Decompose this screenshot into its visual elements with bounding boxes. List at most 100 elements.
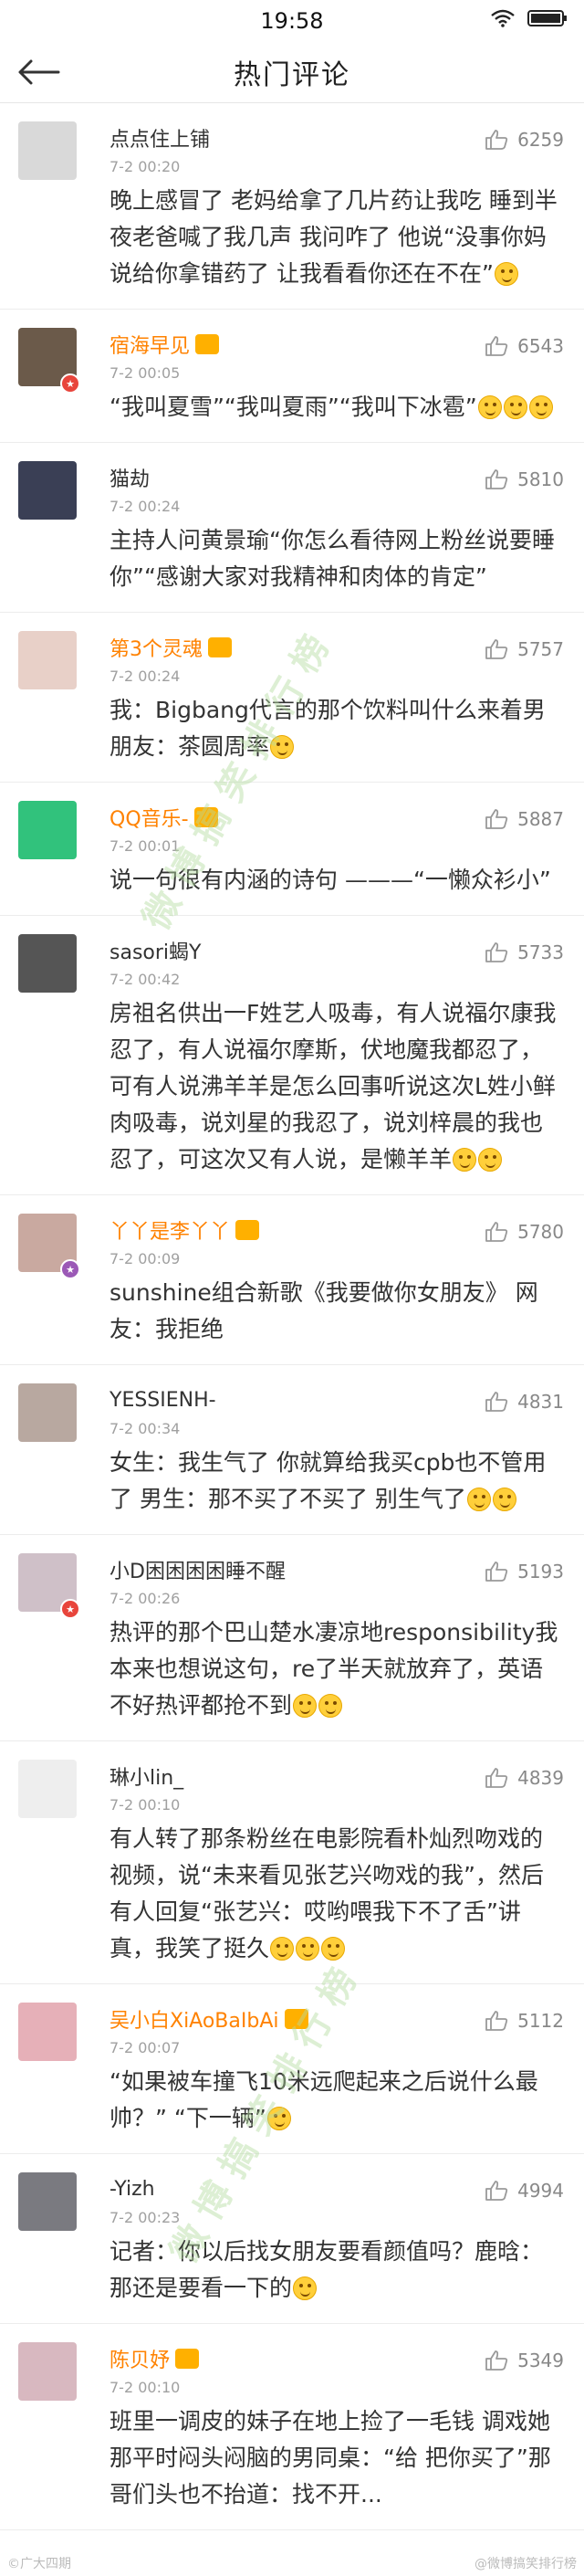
like-count: 6259 [517,129,564,151]
comment-item[interactable]: ★ 小D困困困困睡不醒 5193 7-2 00:26 热评的那个巴山楚水凄凉地respo… [0,1535,584,1741]
comment-item[interactable]: QQ音乐- 5887 7-2 00:01 说一句很有内涵的诗句 ———“一懒众衫小” [0,783,584,916]
comment-text: 有人转了那条粉丝在电影院看朴灿烈吻戏的视频，说“未来看见张艺兴吻戏的我”，然后有… [110,1821,560,1967]
avatar[interactable] [18,934,77,993]
username[interactable]: 陈贝妤 [110,2344,170,2373]
avatar[interactable] [18,2003,77,2061]
thumbs-up-icon [485,942,508,962]
username[interactable]: 宿海早见 [110,330,190,359]
username[interactable]: 点点住上铺 [110,123,210,152]
comment-item[interactable]: ★ 丫丫是李丫丫 5780 7-2 00:09 sunshine组合新歌《我要做你女朋友… [0,1195,584,1365]
username[interactable]: 吴小白XiAoBaIbAi [110,2004,279,2034]
emoji-smile-icon [266,2107,291,2130]
comment-item[interactable]: YESSIENH- 4831 7-2 00:34 女生：我生气了 你就算给我买cpb也… [0,1365,584,1535]
like-button[interactable]: 4831 [485,1391,564,1413]
like-button[interactable]: 5112 [485,2010,564,2032]
avatar[interactable] [18,2172,77,2231]
like-button[interactable]: 5733 [485,941,564,963]
thumbs-up-icon [485,1392,508,1412]
comment-text: 说一句很有内涵的诗句 ———“一懒众衫小” [110,862,560,899]
footer: ©广大四期 @微博搞笑排行榜 [0,2554,584,2576]
like-count: 5757 [517,638,564,660]
avatar[interactable] [18,1383,77,1442]
like-count: 4839 [517,1767,564,1789]
like-button[interactable]: 4839 [485,1767,564,1789]
comment-text: sunshine组合新歌《我要做你女朋友》 网友：我拒绝 [110,1275,560,1348]
comment-item[interactable]: sasori蝎Y 5733 7-2 00:42 房祖名供出一F姓艺人吸毒，有人说福尔康… [0,916,584,1195]
emoji-smile-icon [528,395,553,419]
back-button[interactable] [16,53,64,91]
emoji-smile-icon [296,1937,320,1961]
emoji-smile-icon [492,1488,516,1511]
comment-time: 7-2 00:07 [110,2039,181,2056]
nav-bar: 热门评论 [0,42,584,103]
like-button[interactable]: 4994 [485,2180,564,2202]
avatar[interactable] [18,1760,77,1818]
verified-badge-icon: ★ [60,1259,80,1279]
emoji-smile-icon [318,1694,343,1718]
comment-text: 晚上感冒了 老妈给拿了几片药让我吃 睡到半夜老爸喊了我几声 我问咋了 他说“没事… [110,183,560,292]
comment-time: 7-2 00:34 [110,1420,181,1437]
comment-item[interactable]: 陈贝妤 5349 7-2 00:10 班里一调皮的妹子在地上捡了一毛钱 调戏她那平时闷… [0,2324,584,2530]
vip-crown-icon [208,637,232,657]
emoji-smile-icon [478,1148,503,1172]
comment-body: 我：Bigbang代言的那个饮料叫什么来着男朋友：茶圆周率 [110,697,546,760]
like-button[interactable]: 6259 [485,129,564,151]
comment-body: 记者：你以后找女朋友要看颜值吗？鹿晗：那还是要看一下的 [110,2238,544,2301]
comment-item[interactable]: ★ 宿海早见 6543 7-2 00:05 “我叫夏雪”“我叫夏雨”“我叫下冰雹” [0,310,584,443]
like-count: 5193 [517,1561,564,1582]
comment-text: “我叫夏雪”“我叫夏雨”“我叫下冰雹” [110,389,560,426]
emoji-smile-icon [494,262,518,286]
username[interactable]: 小D困困困困睡不醒 [110,1555,286,1584]
like-count: 5112 [517,2010,564,2032]
like-button[interactable]: 5780 [485,1221,564,1243]
username[interactable]: 丫丫是李丫丫 [110,1215,230,1245]
comment-item[interactable]: -Yizh 4994 7-2 00:23 记者：你以后找女朋友要看颜值吗？鹿晗：那还是… [0,2154,584,2324]
like-count: 5810 [517,468,564,490]
username[interactable]: -Yizh [110,2178,155,2201]
username[interactable]: 猫劫 [110,463,150,492]
vip-crown-icon [195,334,220,354]
username[interactable]: 第3个灵魂 [110,633,203,662]
username[interactable]: QQ音乐- [110,803,189,832]
username[interactable]: 琳小lin_ [110,1761,183,1791]
avatar[interactable] [18,461,77,520]
thumbs-up-icon [485,1222,508,1242]
comment-item[interactable]: 第3个灵魂 5757 7-2 00:24 我：Bigbang代言的那个饮料叫什么来着男… [0,613,584,783]
thumbs-up-icon [485,809,508,829]
avatar[interactable] [18,801,77,859]
vip-crown-icon [235,1220,260,1240]
comment-item[interactable]: 吴小白XiAoBaIbAi 5112 7-2 00:07 “如果被车撞飞10米远爬起来… [0,1984,584,2154]
comment-item[interactable]: 琳小lin_ 4839 7-2 00:10 有人转了那条粉丝在电影院看朴灿烈吻戏的视频… [0,1741,584,1984]
like-button[interactable]: 5757 [485,638,564,660]
like-button[interactable]: 5887 [485,808,564,830]
comment-time: 7-2 00:24 [110,668,181,685]
like-button[interactable]: 5810 [485,468,564,490]
comment-body: “如果被车撞飞10米远爬起来之后说什么最帅？” “下一辆” [110,2068,538,2131]
emoji-smile-icon [293,1694,318,1718]
comment-list: 点点住上铺 6259 7-2 00:20 晚上感冒了 老妈给拿了几片药让我吃 睡到半夜… [0,103,584,2530]
vip-crown-icon [175,2349,200,2369]
avatar[interactable] [18,121,77,180]
username[interactable]: sasori蝎Y [110,936,201,965]
like-count: 5733 [517,941,564,963]
thumbs-up-icon [485,1561,508,1582]
comment-item[interactable]: 猫劫 5810 7-2 00:24 主持人问黄景瑜“你怎么看待网上粉丝说要睡你”“感谢… [0,443,584,613]
page-title: 热门评论 [234,59,350,91]
thumbs-up-icon [485,2350,508,2371]
comment-text: 主持人问黄景瑜“你怎么看待网上粉丝说要睡你”“感谢大家对我精神和肉体的肯定” [110,522,560,595]
like-button[interactable]: 6543 [485,335,564,357]
like-button[interactable]: 5193 [485,1561,564,1582]
comment-time: 7-2 00:05 [110,364,181,382]
avatar[interactable] [18,2342,77,2401]
vip-crown-icon [193,807,218,827]
like-button[interactable]: 5349 [485,2350,564,2371]
avatar[interactable] [18,631,77,689]
comment-time: 7-2 00:01 [110,837,181,855]
comment-body: 说一句很有内涵的诗句 ———“一懒众衫小” [110,867,551,893]
comment-time: 7-2 00:10 [110,2379,181,2396]
emoji-smile-icon [477,395,502,419]
username[interactable]: YESSIENH- [110,1389,216,1412]
comment-item[interactable]: 点点住上铺 6259 7-2 00:20 晚上感冒了 老妈给拿了几片药让我吃 睡到半夜… [0,103,584,310]
like-count: 5887 [517,808,564,830]
comment-body: 晚上感冒了 老妈给拿了几片药让我吃 睡到半夜老爸喊了我几声 我问咋了 他说“没事… [110,187,558,287]
